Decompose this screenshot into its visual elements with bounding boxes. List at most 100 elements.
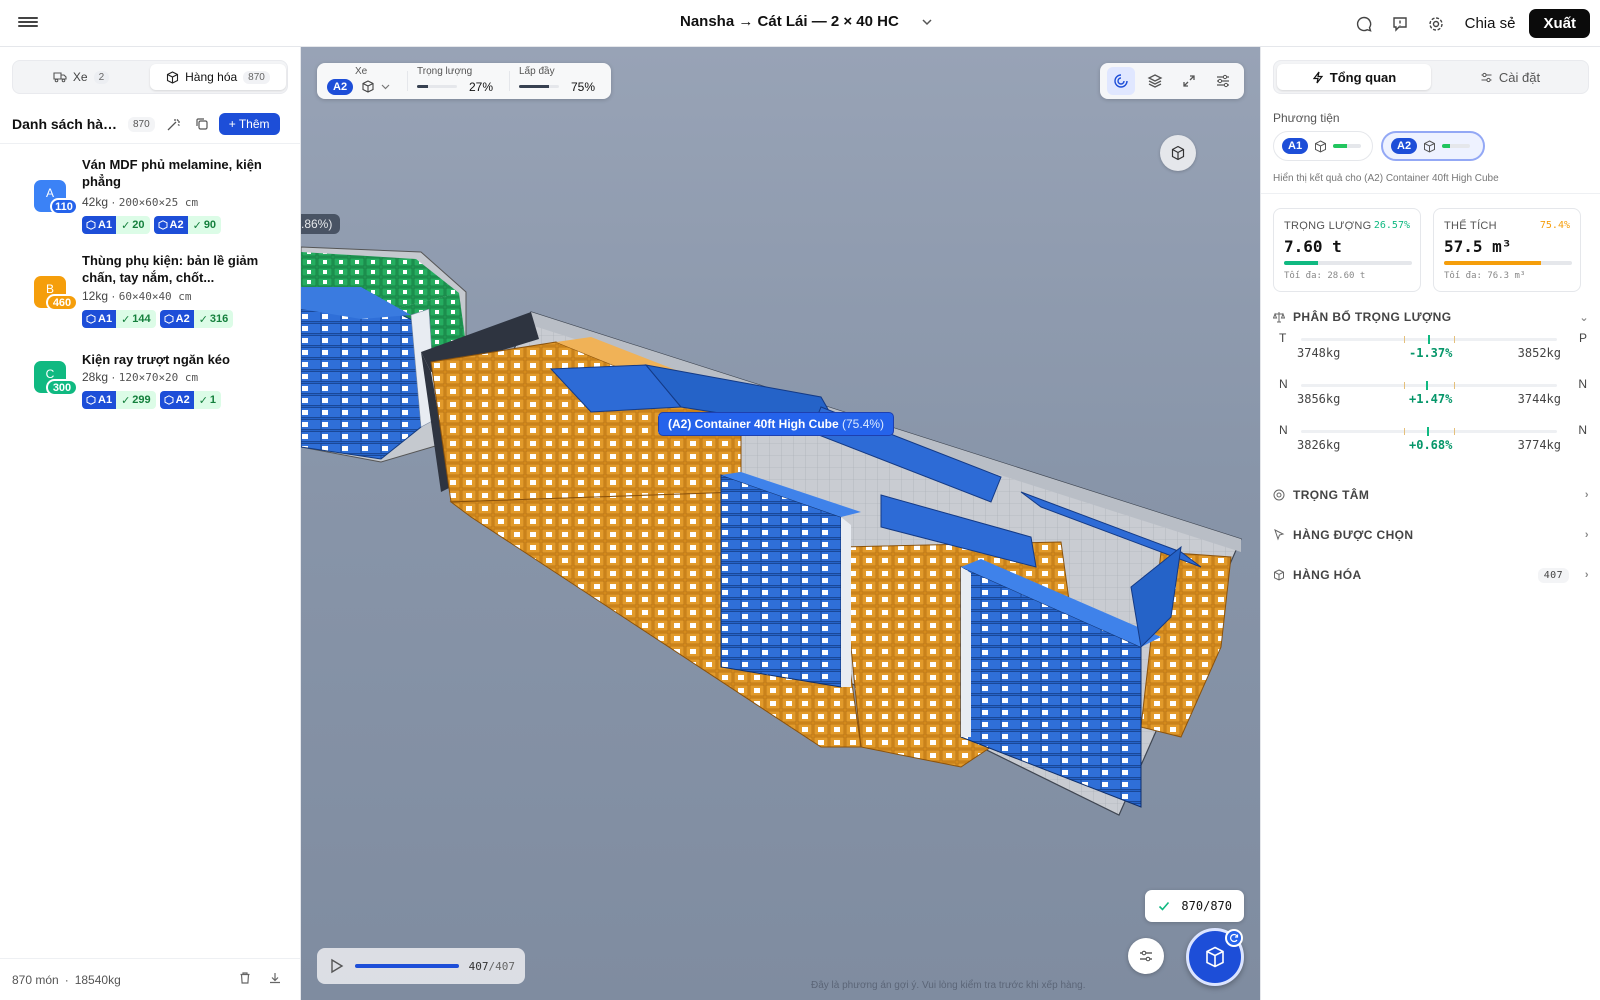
distribution-track (1301, 381, 1557, 390)
vehicle-a1-tag[interactable]: .86%) (301, 214, 341, 234)
total-weight: 18540kg (74, 972, 121, 987)
orbit-icon[interactable] (1107, 67, 1135, 95)
tab-goods-label: Hàng hóa (185, 70, 238, 84)
copy-icon[interactable] (193, 115, 211, 133)
allocation-vehicle: A2 (175, 394, 190, 406)
refresh-icon[interactable] (1225, 929, 1243, 947)
goods-name: Thùng phụ kiện: bản lề giảm chấn, tay nắ… (82, 253, 259, 285)
divider (0, 143, 300, 144)
feedback-icon[interactable] (1389, 13, 1411, 35)
playback-slider[interactable] (355, 964, 459, 968)
container-3d-scene (301, 246, 1242, 816)
chevron-down-icon[interactable] (381, 84, 390, 90)
allocation-chip[interactable]: A2 ✓ 90 (153, 216, 222, 234)
box-icon (158, 220, 168, 230)
box-icon (86, 220, 96, 230)
menu-icon[interactable] (18, 15, 38, 31)
weight-stat-pct: 26.57% (1373, 220, 1410, 231)
cursor-icon (1274, 529, 1285, 541)
allocation-vehicle: A2 (169, 219, 184, 231)
filter-button[interactable] (1128, 938, 1164, 974)
view-cube-icon[interactable] (1160, 135, 1196, 171)
play-icon[interactable] (327, 957, 345, 975)
weight-stat-value: 7.60 t (1284, 237, 1342, 256)
volume-stat-value: 57.5 m³ (1444, 237, 1512, 256)
goods-name: Ván MDF phủ melamine, kiện phẳng (82, 157, 262, 189)
goods-count-badge: 300 (46, 379, 78, 396)
total-items: 870 món (12, 972, 59, 987)
distribution-left-kg: 3826kg (1297, 438, 1341, 452)
goods-count-badge: 110 (50, 198, 78, 215)
goods-dims: 120×70×20 cm (118, 371, 199, 384)
weight-distribution-header[interactable]: PHÂN BỔ TRỌNG LƯỢNG ⌄ (1273, 307, 1589, 327)
share-button[interactable]: Chia sẻ (1465, 15, 1516, 32)
weight-stat-bar (1284, 261, 1412, 265)
volume-stat-max: Tối đa: 76.3 m³ (1444, 271, 1526, 281)
allocation-chip[interactable]: A2 ✓ 316 (159, 310, 234, 328)
vehicle-card-a2[interactable]: A2 (1381, 131, 1485, 161)
distribution-row-fb: N N 3856kg +1.47% 3744kg (1273, 377, 1589, 421)
box-icon (86, 395, 96, 405)
allocation-qty: 90 (203, 219, 217, 231)
allocation-chip[interactable]: A1 ✓ 20 (82, 216, 150, 234)
vehicle-a2-tag[interactable]: (A2) Container 40ft High Cube (75.4%) (658, 412, 895, 436)
allocation-vehicle: A1 (98, 313, 113, 325)
packed-count: 870/870 (1181, 899, 1232, 913)
pack-button[interactable] (1186, 928, 1244, 986)
plan-title-selector[interactable]: Nansha → Cát Lái — 2 × 40 HC (680, 13, 933, 30)
vehicle-a2-tag-name: (A2) Container 40ft High Cube (668, 417, 839, 431)
distribution-left-kg: 3748kg (1297, 346, 1341, 360)
lightning-icon (1312, 71, 1323, 83)
vehicle-hud[interactable]: Xe A2 Trọng lượng 27% Lấp đầy 75% (317, 63, 611, 99)
goods-dims: 200×60×25 cm (118, 196, 199, 209)
goods-section-header[interactable]: HÀNG HÓA 407 › (1273, 565, 1589, 585)
tab-settings-label: Cài đặt (1498, 69, 1541, 85)
chat-icon[interactable] (1353, 13, 1375, 35)
selected-goods-header[interactable]: HÀNG ĐƯỢC CHỌN › (1273, 525, 1589, 545)
allocation-chip[interactable]: A1 ✓ 144 (82, 310, 156, 328)
tab-settings[interactable]: Cài đặt (1433, 64, 1587, 90)
download-icon[interactable] (268, 971, 284, 987)
add-goods-label: Thêm (238, 117, 270, 131)
vehicles-label: Phương tiện (1273, 111, 1340, 125)
vehicle-fill-bar (1333, 144, 1362, 148)
goods-item-c[interactable]: C 300 Kiện ray trượt ngăn kéo 28kg · 120… (12, 351, 290, 415)
3d-viewport[interactable]: Xe A2 Trọng lượng 27% Lấp đầy 75% .86%) … (301, 47, 1260, 1000)
center-of-gravity-header[interactable]: TRỌNG TÂM › (1273, 485, 1589, 505)
trash-icon[interactable] (238, 971, 254, 987)
tab-vehicles-label: Xe (72, 70, 88, 84)
vehicle-card-a1[interactable]: A1 (1273, 131, 1373, 161)
add-goods-button[interactable]: + Thêm (218, 113, 280, 135)
chevron-right-icon: › (1584, 529, 1589, 541)
gear-icon[interactable] (1425, 13, 1447, 35)
allocation-chip[interactable]: A2 ✓ 1 (159, 391, 222, 409)
allocation-vehicle: A1 (98, 219, 113, 231)
allocation-chip[interactable]: A1 ✓ 299 (82, 391, 156, 409)
settings-sliders-icon (1481, 72, 1492, 82)
box-icon (1424, 139, 1436, 153)
goods-item-b[interactable]: B 460 Thùng phụ kiện: bản lề giảm chấn, … (12, 252, 290, 336)
tab-vehicles[interactable]: Xe 2 (16, 64, 146, 90)
goods-item-a[interactable]: A 110 Ván MDF phủ melamine, kiện phẳng 4… (12, 156, 290, 240)
page-title: Nansha → Cát Lái — 2 × 40 HC (680, 13, 899, 30)
sliders-icon[interactable] (1209, 67, 1237, 95)
weight-stat-label: TRỌNG LƯỢNG (1284, 220, 1372, 232)
volume-stat-pct: 75.4% (1539, 220, 1570, 231)
hud-divider (407, 71, 408, 91)
box-icon (1274, 569, 1284, 581)
box-icon (86, 314, 96, 324)
tab-goods[interactable]: Hàng hóa 870 (150, 64, 286, 90)
hud-vehicle-pill[interactable]: A2 (327, 79, 354, 95)
volume-stat-bar (1444, 261, 1572, 265)
distribution-left-label: T (1279, 331, 1287, 345)
tab-goods-count: 870 (243, 70, 270, 84)
magic-wand-icon[interactable] (165, 115, 183, 133)
expand-icon[interactable] (1175, 67, 1203, 95)
tab-overview-label: Tổng quan (1329, 69, 1397, 85)
export-button[interactable]: Xuất (1529, 9, 1590, 38)
box-icon (1206, 946, 1224, 968)
distribution-delta: -1.37% (1409, 346, 1453, 360)
allocation-vehicle: A1 (98, 394, 113, 406)
tab-overview[interactable]: Tổng quan (1277, 64, 1431, 90)
layers-icon[interactable] (1141, 67, 1169, 95)
